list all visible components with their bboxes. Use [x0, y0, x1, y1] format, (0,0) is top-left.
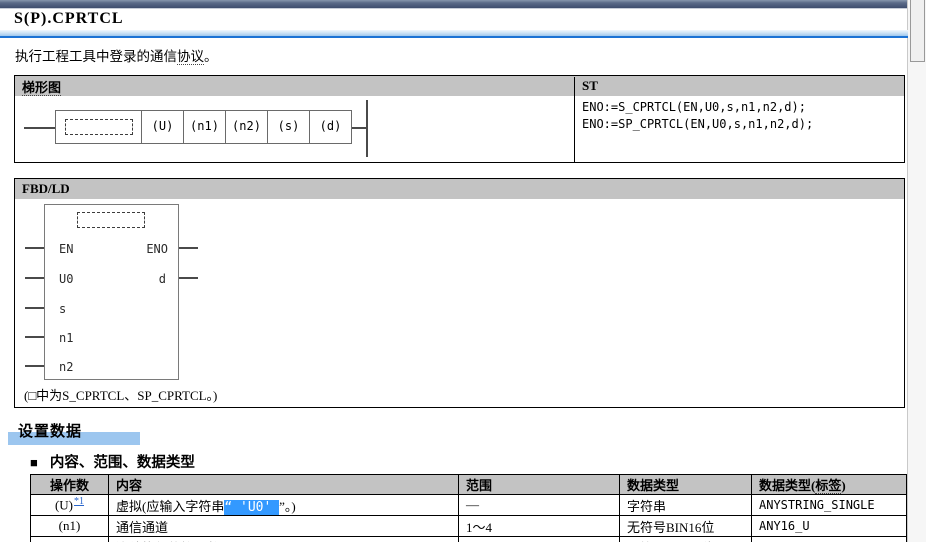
st-code: ENO:=S_CPRTCL(EN,U0,s,n1,n2,d); ENO:=SP_…	[575, 96, 904, 136]
ladder-operand-n2: (n2)	[226, 110, 268, 144]
operand-cell-n2: (n2)	[31, 537, 109, 542]
ladder-left-lead-line	[24, 127, 55, 129]
content-u-suffix: ”。)	[279, 499, 296, 514]
content-u-highlighted-text: “ 'U0'	[224, 500, 279, 515]
range-cell-n2: 1～8	[459, 537, 620, 542]
ladder-header-cell: 梯形图	[15, 77, 575, 96]
fbd-stub-u0	[25, 277, 44, 279]
ladder-operand-s: (s)	[268, 110, 310, 144]
col-header-datatype-label: 数据类型(标签)	[752, 475, 907, 495]
ladder-operand-n1: (n1)	[184, 110, 226, 144]
type-cell-n2: 无符号BIN16位	[620, 537, 752, 542]
fbd-pin-en: EN	[59, 242, 73, 256]
ladder-st-header-row: 梯形图 ST	[15, 76, 904, 96]
fbd-pin-n2: n2	[59, 360, 73, 374]
fbd-pin-u0: U0	[59, 272, 73, 286]
fbd-pin-eno: ENO	[146, 242, 168, 256]
ladder-diagram-link[interactable]: 梯形图	[22, 80, 61, 96]
table-row-operand-n2: (n2) 连续执行的协议数 1～8 无符号BIN16位 ANY16_U	[31, 537, 907, 542]
ladder-right-lead-line	[352, 127, 367, 129]
fbd-diagram-cell: EN U0 s n1 n2 ENO d (□中为S_CPRTCL、SP_CPRT…	[15, 199, 904, 407]
fbd-pin-s: s	[59, 302, 66, 316]
type-cell-n1: 无符号BIN16位	[620, 516, 752, 537]
col-header-label-suffix: )	[841, 478, 845, 493]
type-label-cell-u: ANYSTRING_SINGLE	[752, 495, 907, 516]
type-cell-u: 字符串	[620, 495, 752, 516]
ladder-instruction-name-box	[55, 110, 142, 144]
content-cell-n1: 通信通道	[109, 516, 459, 537]
fbd-ld-header-cell: FBD/LD	[15, 181, 70, 197]
square-bullet-icon: ■	[30, 455, 38, 470]
st-code-line-2: ENO:=SP_CPRTCL(EN,U0,s,n1,n2,d);	[582, 116, 897, 133]
glossary-link-label[interactable]: 标签	[815, 478, 841, 494]
fbd-stub-n1	[25, 336, 44, 338]
section-title-settings-data: 设置数据	[18, 420, 82, 441]
ladder-st-table: 梯形图 ST (U) (n1) (n2) (s) (d)	[14, 75, 905, 163]
ladder-diagram-cell: (U) (n1) (n2) (s) (d)	[15, 96, 575, 162]
operand-table-header-row: 操作数 内容 范围 数据类型 数据类型(标签)	[31, 475, 907, 495]
operand-cell-n1: (n1)	[31, 516, 109, 537]
col-header-content: 内容	[109, 475, 459, 495]
ladder-right-power-rail	[366, 100, 368, 157]
content-u-prefix: 虚拟(应输入字符串	[116, 499, 224, 514]
operand-settings-table: 操作数 内容 范围 数据类型 数据类型(标签) (U)*1 虚拟(应输入字符串“…	[30, 474, 907, 542]
fbd-function-block: EN U0 s n1 n2 ENO d	[44, 204, 179, 380]
st-code-cell: ENO:=S_CPRTCL(EN,U0,s,n1,n2,d); ENO:=SP_…	[575, 96, 904, 162]
fbd-stub-n2	[25, 365, 44, 367]
subsection-heading: ■ 内容、范围、数据类型	[30, 451, 195, 472]
fbd-note: (□中为S_CPRTCL、SP_CPRTCL。)	[24, 385, 217, 404]
page-title: S(P).CPRTCL	[14, 10, 124, 28]
st-header-cell: ST	[575, 78, 904, 94]
title-underline-rule	[0, 30, 908, 38]
ladder-operand-u: (U)	[142, 110, 184, 144]
content-cell-u: 虚拟(应输入字符串“ 'U0' ”。)	[109, 495, 459, 516]
type-label-cell-n2: ANY16_U	[752, 537, 907, 542]
ladder-operand-d: (d)	[310, 110, 352, 144]
fbd-ld-table: FBD/LD EN U0 s n1 n2 ENO d (□中为S_CPRTCL、…	[14, 178, 905, 408]
type-label-cell-n1: ANY16_U	[752, 516, 907, 537]
instruction-description: 执行工程工具中登录的通信协议。	[15, 45, 218, 65]
description-period: 。	[204, 49, 218, 64]
fbd-stub-eno	[179, 247, 198, 249]
fbd-pin-n1: n1	[59, 331, 73, 345]
scrollbar-thumb[interactable]	[910, 0, 925, 62]
operand-cell-u: (U)*1	[31, 495, 109, 516]
table-row-operand-n1: (n1) 通信通道 1～4 无符号BIN16位 ANY16_U	[31, 516, 907, 537]
ladder-instruction-boxes: (U) (n1) (n2) (s) (d)	[55, 110, 352, 144]
st-code-line-1: ENO:=S_CPRTCL(EN,U0,s,n1,n2,d);	[582, 99, 897, 116]
ladder-diagram: (U) (n1) (n2) (s) (d)	[15, 96, 574, 162]
content-cell-n2: 连续执行的协议数	[109, 537, 459, 542]
fbd-stub-s	[25, 307, 44, 309]
col-header-operand: 操作数	[31, 475, 109, 495]
col-header-label-prefix: 数据类型(	[759, 478, 815, 493]
col-header-range: 范围	[459, 475, 620, 495]
vertical-scrollbar[interactable]	[907, 0, 926, 542]
fbd-instruction-placeholder-dashed-box	[77, 212, 145, 228]
range-cell-n1: 1～4	[459, 516, 620, 537]
instruction-placeholder-dashed-box	[65, 119, 133, 135]
footnote-1-link[interactable]: *1	[74, 496, 84, 507]
fbd-stub-d	[179, 277, 198, 279]
col-header-datatype: 数据类型	[620, 475, 752, 495]
subsection-title: 内容、范围、数据类型	[50, 455, 195, 471]
description-text: 执行工程工具中登录的通信	[15, 49, 177, 64]
range-cell-u: —	[459, 495, 620, 516]
window-top-bar	[0, 0, 908, 9]
fbd-ld-header-row: FBD/LD	[15, 179, 904, 199]
ladder-st-body-row: (U) (n1) (n2) (s) (d) ENO:=S_CPRTCL(EN,U…	[15, 96, 904, 162]
fbd-stub-en	[25, 247, 44, 249]
fbd-pin-d: d	[159, 272, 166, 286]
glossary-link-protocol[interactable]: 协议	[177, 49, 204, 65]
table-row-operand-u: (U)*1 虚拟(应输入字符串“ 'U0' ”。) — 字符串 ANYSTRIN…	[31, 495, 907, 516]
operand-u-text: (U)	[55, 498, 73, 513]
